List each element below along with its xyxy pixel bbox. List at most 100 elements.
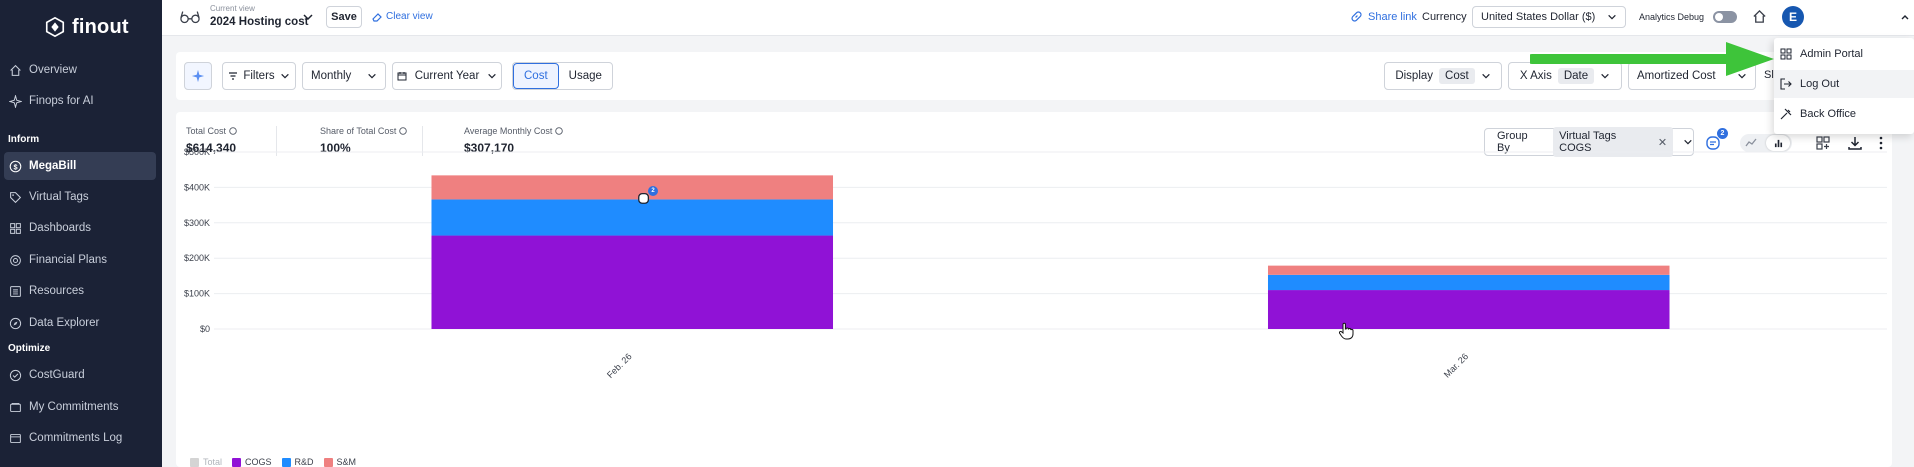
admin-icon: [1780, 48, 1792, 60]
clear-view-link[interactable]: Clear view: [372, 11, 433, 22]
sidebar-item-label: Overview: [29, 64, 77, 76]
cost-usage-toggle: Cost Usage: [512, 62, 613, 90]
sidebar-item-my-commitments[interactable]: My Commitments: [4, 393, 156, 421]
legend-label: COGS: [245, 457, 272, 467]
sidebar-item-label: Dashboards: [29, 222, 92, 234]
x-tick-label: Mar. 26: [1442, 351, 1470, 379]
legend-label: Total: [203, 457, 223, 467]
y-tick-label: $0: [200, 324, 210, 334]
view-caption: Current view: [210, 4, 255, 13]
user-avatar[interactable]: E: [1782, 6, 1804, 28]
display-label: Display: [1395, 70, 1434, 82]
legend-item[interactable]: S&M: [323, 457, 357, 467]
y-tick-label: $400K: [184, 182, 210, 192]
chart-comment-badge: 2: [648, 186, 658, 196]
legend-swatch: [190, 457, 199, 467]
sidebar-item-label: Financial Plans: [29, 254, 107, 266]
currency-select[interactable]: United States Dollar ($): [1472, 6, 1626, 28]
analytics-debug-toggle[interactable]: [1713, 11, 1737, 23]
bar-segment-sm: [431, 175, 834, 200]
chevron-up-icon[interactable]: [1900, 12, 1910, 22]
display-select[interactable]: Display Cost: [1384, 62, 1502, 90]
filters-label: Filters: [243, 70, 275, 82]
glasses-icon: [180, 11, 200, 24]
section-optimize: Optimize: [8, 343, 51, 354]
log-icon: [10, 433, 21, 443]
currency-label: Currency: [1422, 11, 1467, 23]
user-dropdown-menu: Admin Portal Log Out Back Office: [1774, 38, 1914, 134]
chevron-down-icon[interactable]: [302, 11, 314, 23]
current-view-name[interactable]: 2024 Hosting cost: [210, 16, 308, 28]
cost-tab[interactable]: Cost: [513, 63, 559, 89]
eraser-icon: [372, 12, 382, 22]
home-icon[interactable]: [1752, 9, 1767, 24]
menu-item-admin-portal[interactable]: Admin Portal: [1774, 40, 1914, 68]
sidebar-item-resources[interactable]: Resources: [4, 277, 156, 305]
bar-segment-rd: [431, 199, 834, 236]
date-range-value: Current Year: [414, 70, 480, 82]
menu-item-back-office[interactable]: Back Office: [1774, 100, 1914, 128]
chart-comment-marker[interactable]: 2: [637, 186, 658, 205]
list-icon: [10, 285, 21, 297]
currency-value: United States Dollar ($): [1481, 11, 1596, 23]
legend-item[interactable]: Total: [190, 457, 222, 467]
sidebar-item-virtual-tags[interactable]: Virtual Tags: [4, 183, 156, 211]
bar-segment-cogs: [1267, 290, 1670, 329]
sidebar-item-overview[interactable]: Overview: [4, 56, 156, 84]
bar-segment-sm: [1267, 265, 1670, 275]
logout-icon: [1780, 78, 1792, 90]
legend-label: S&M: [336, 457, 357, 467]
legend-swatch: [323, 457, 333, 467]
legend-item[interactable]: R&D: [281, 457, 314, 467]
granularity-select[interactable]: Monthly: [302, 62, 386, 90]
sidebar-item-label: My Commitments: [29, 401, 119, 413]
sidebar-item-data-explorer[interactable]: Data Explorer: [4, 309, 156, 337]
clear-view-label: Clear view: [386, 11, 433, 22]
sidebar-item-label: Virtual Tags: [29, 191, 89, 203]
menu-item-label: Log Out: [1800, 78, 1840, 90]
ai-assistant-button[interactable]: [184, 62, 212, 90]
sidebar-item-financial-plans[interactable]: Financial Plans: [4, 246, 156, 274]
svg-text:$: $: [13, 162, 17, 171]
legend-swatch: [232, 457, 242, 467]
filters-button[interactable]: Filters: [222, 62, 296, 90]
stacked-bar-chart: $0 $100K $200K $300K $400K $500K Feb. 26 Mar. 2…: [184, 147, 1887, 380]
bar-segment-rd: [1267, 274, 1670, 291]
sidebar-item-commitments-log[interactable]: Commitments Log: [4, 424, 156, 452]
y-tick-label: $100K: [184, 289, 210, 299]
chevron-down-icon: [368, 73, 376, 79]
sidebar-item-label: Finops for AI: [29, 95, 94, 107]
usage-tab[interactable]: Usage: [559, 63, 612, 89]
menu-item-log-out[interactable]: Log Out: [1774, 70, 1914, 98]
date-range-select[interactable]: Current Year: [392, 62, 502, 90]
legend-label: R&D: [294, 457, 314, 467]
menu-item-label: Admin Portal: [1800, 48, 1863, 60]
chevron-down-icon: [1608, 14, 1616, 20]
sparkle-icon: [9, 94, 22, 108]
bar-segment-cogs: [431, 235, 834, 329]
save-button[interactable]: Save: [326, 6, 362, 28]
sidebar-item-label: Commitments Log: [29, 432, 123, 444]
legend-item[interactable]: COGS: [232, 457, 272, 467]
sidebar-item-costguard[interactable]: CostGuard: [4, 361, 156, 389]
check-circle-icon: [9, 369, 22, 381]
sidebar-item-megabill[interactable]: $ MegaBill: [4, 152, 156, 180]
chart-legend: Total COGS R&D S&M: [190, 457, 356, 467]
calendar-icon: [397, 72, 407, 81]
home-icon: [10, 64, 21, 76]
chevron-down-icon: [280, 73, 289, 79]
sidebar-item-dashboards[interactable]: Dashboards: [4, 214, 156, 242]
sidebar-item-label: Resources: [29, 285, 84, 297]
chevron-down-icon: [1481, 73, 1490, 79]
sidebar-item-label: Data Explorer: [29, 317, 100, 329]
sidebar-item-finops-ai[interactable]: Finops for AI: [4, 87, 156, 115]
finout-logo[interactable]: finout: [0, 0, 162, 54]
x-tick-label: Feb. 26: [605, 351, 634, 380]
y-tick-label: $500K: [184, 147, 210, 157]
share-link-button[interactable]: Share link: [1350, 10, 1417, 23]
chevron-down-icon: [488, 73, 497, 79]
sparkle-icon: [191, 69, 205, 83]
compass-icon: [9, 317, 22, 329]
analytics-debug-label: Analytics Debug: [1639, 12, 1705, 22]
green-arrow-annotation: [1530, 42, 1774, 76]
